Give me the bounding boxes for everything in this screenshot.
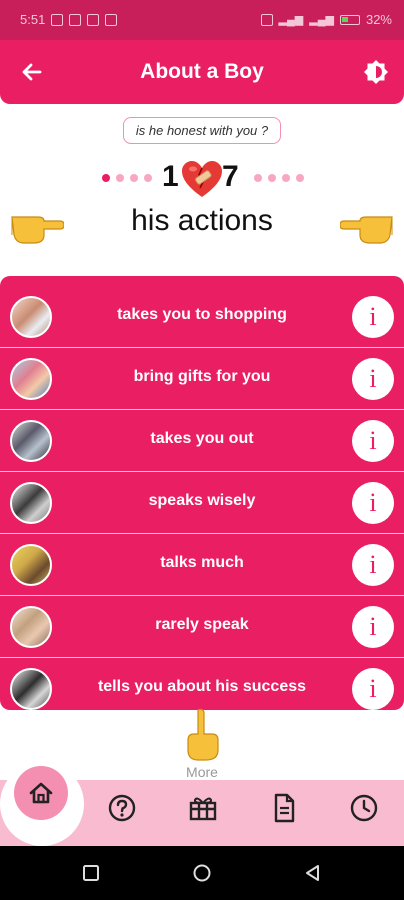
status-bar: 5:51 ▂▄▆ ▂▄▆ 32% (0, 0, 404, 40)
counter-first-digit: 1 (162, 160, 179, 193)
avatar (10, 358, 52, 400)
broken-heart-bandage-icon (182, 161, 222, 197)
page-title: About a Boy (140, 60, 264, 83)
info-button[interactable]: i (352, 606, 394, 648)
action-label: speaks wisely (148, 492, 256, 509)
action-list: takes you to shopping i bring gifts for … (0, 276, 404, 710)
nav-home[interactable] (14, 766, 68, 820)
progress-dot (130, 174, 138, 182)
avatar (10, 606, 52, 648)
signal-icon: ▂▄▆ (278, 14, 304, 26)
home-icon (29, 782, 53, 804)
action-label: rarely speak (155, 616, 249, 633)
list-item[interactable]: rarely speak i (0, 596, 404, 658)
avatar (10, 544, 52, 586)
system-navigation-bar (0, 846, 404, 900)
avatar (10, 420, 52, 462)
list-item[interactable]: bring gifts for you i (0, 348, 404, 410)
progress-dots-left (102, 174, 152, 182)
notification-icon (105, 13, 118, 26)
signal-icon: ▂▄▆ (309, 14, 334, 26)
help-circle-icon[interactable] (106, 792, 138, 824)
avatar (10, 482, 52, 524)
system-home-icon[interactable] (191, 862, 213, 884)
progress-dots-right (254, 174, 304, 182)
notification-icon (87, 13, 100, 26)
list-item[interactable]: takes you out i (0, 410, 404, 472)
question-container: is he honest with you ? (0, 117, 404, 144)
avatar (10, 296, 52, 338)
progress-counter: 1 7 (0, 160, 404, 200)
vibrate-icon (260, 13, 273, 26)
pointing-hand-left-icon (340, 216, 393, 244)
list-item[interactable]: tells you about his success i (0, 658, 404, 710)
progress-dot (116, 174, 124, 182)
notification-icon (51, 13, 64, 26)
progress-dot (254, 174, 262, 182)
list-item[interactable]: takes you to shopping i (0, 286, 404, 348)
system-back-icon[interactable] (302, 862, 324, 884)
info-button[interactable]: i (352, 482, 394, 524)
info-button[interactable]: i (352, 668, 394, 710)
action-label: bring gifts for you (133, 368, 271, 385)
info-button[interactable]: i (352, 420, 394, 462)
action-label: takes you to shopping (117, 306, 287, 323)
theme-toggle-icon[interactable] (362, 58, 390, 86)
info-button[interactable]: i (352, 358, 394, 400)
progress-dot (282, 174, 290, 182)
progress-dot (296, 174, 304, 182)
question-text: is he honest with you ? (122, 117, 282, 144)
battery-percent: 32% (365, 12, 392, 27)
list-item[interactable]: speaks wisely i (0, 472, 404, 534)
app-bar: About a Boy (0, 40, 404, 104)
progress-dot (144, 174, 152, 182)
avatar (10, 668, 52, 710)
app-screen: 5:51 ▂▄▆ ▂▄▆ 32% About a Boy is he hones… (0, 0, 404, 900)
document-icon[interactable] (268, 792, 300, 824)
info-button[interactable]: i (352, 544, 394, 586)
info-button[interactable]: i (352, 296, 394, 338)
progress-dot (268, 174, 276, 182)
gift-icon[interactable] (187, 792, 219, 824)
list-item[interactable]: talks much i (0, 534, 404, 596)
action-label: talks much (160, 554, 244, 571)
notification-icon (69, 13, 82, 26)
counter-last-digit: 7 (222, 160, 239, 193)
recent-apps-icon[interactable] (80, 862, 102, 884)
history-clock-icon[interactable] (348, 792, 380, 824)
action-label: tells you about his success (97, 678, 307, 695)
bottom-navigation (0, 762, 404, 846)
battery-icon (339, 14, 360, 25)
action-label: takes you out (150, 430, 254, 447)
progress-dot (102, 174, 110, 182)
pointing-hand-down-icon (187, 708, 219, 761)
status-time: 5:51 (20, 12, 46, 27)
